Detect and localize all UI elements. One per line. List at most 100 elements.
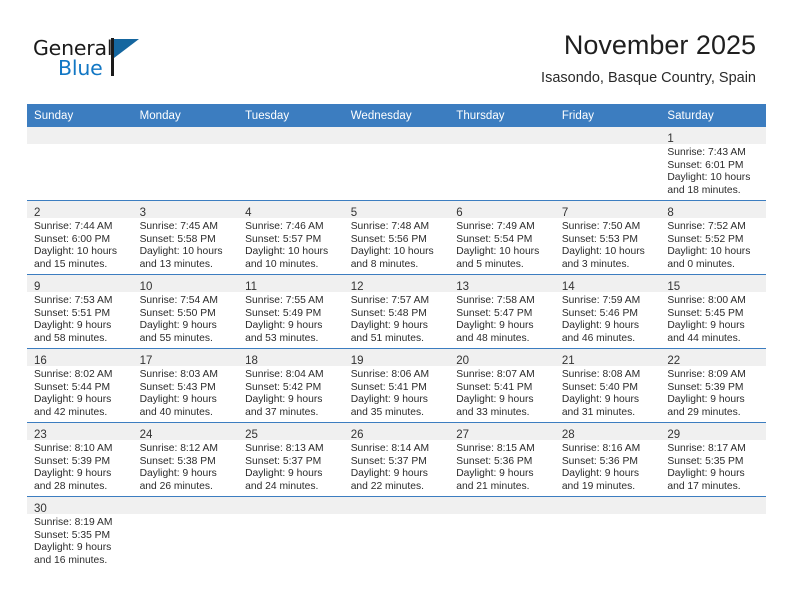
calendar-day-cell[interactable]: 25 Sunrise: 8:13 AM Sunset: 5:37 PM Dayligh… xyxy=(238,422,344,497)
calendar-day-cell[interactable]: 3 Sunrise: 7:45 AM Sunset: 5:58 PM Daylight… xyxy=(132,200,239,275)
day-number-band xyxy=(27,127,133,144)
calendar-cell-empty xyxy=(132,127,239,201)
day-number: 26 xyxy=(350,429,364,441)
day-number-band: 21 xyxy=(554,349,661,367)
day-number-band: 15 xyxy=(660,275,766,293)
calendar-day-cell[interactable]: 9 Sunrise: 7:53 AM Sunset: 5:51 PM Daylight… xyxy=(27,274,133,349)
calendar-cell-empty xyxy=(238,127,344,201)
calendar-body: 1 Sunrise: 7:43 AM Sunset: 6:01 PM Daylight… xyxy=(27,127,766,570)
sunrise-text: Sunrise: 8:16 AM xyxy=(561,443,641,454)
daylight-text-line2: and 31 minutes. xyxy=(561,406,636,418)
daylight-text-line2: and 40 minutes. xyxy=(139,406,213,418)
page-title: November 2025 xyxy=(563,30,756,60)
weekday-header-sunday: Sunday xyxy=(27,104,133,127)
day-number-band: 28 xyxy=(554,423,661,441)
calendar-day-cell[interactable]: 17 Sunrise: 8:03 AM Sunset: 5:43 PM Dayligh… xyxy=(132,348,239,423)
weekday-header-friday: Friday xyxy=(554,104,661,127)
calendar-day-cell[interactable]: 23 Sunrise: 8:10 AM Sunset: 5:39 PM Dayligh… xyxy=(27,422,133,497)
sunrise-text: Sunrise: 8:12 AM xyxy=(139,443,218,454)
daylight-text-line1: Daylight: 10 hours xyxy=(245,246,329,258)
calendar-day-cell[interactable]: 12 Sunrise: 7:57 AM Sunset: 5:48 PM Dayligh… xyxy=(343,274,450,349)
day-details: Sunrise: 7:53 AM Sunset: 5:51 PM Daylight:… xyxy=(27,292,133,345)
calendar-day-cell[interactable]: 18 Sunrise: 8:04 AM Sunset: 5:42 PM Dayligh… xyxy=(238,348,344,423)
day-number-band: 22 xyxy=(660,349,766,367)
sunrise-text: Sunrise: 7:44 AM xyxy=(34,221,113,232)
sunset-text: Sunset: 6:01 PM xyxy=(667,159,744,171)
sunrise-text: Sunrise: 7:59 AM xyxy=(561,295,641,306)
day-number: 7 xyxy=(561,207,569,219)
calendar-day-cell[interactable]: 1 Sunrise: 7:43 AM Sunset: 6:01 PM Daylight… xyxy=(660,127,766,201)
calendar-day-cell[interactable]: 19 Sunrise: 8:06 AM Sunset: 5:41 PM Dayligh… xyxy=(343,348,450,423)
calendar-day-cell[interactable]: 5 Sunrise: 7:48 AM Sunset: 5:56 PM Daylight… xyxy=(343,200,450,275)
logo-flag-icon xyxy=(114,38,139,58)
sunrise-text: Sunrise: 8:15 AM xyxy=(456,443,535,454)
day-number: 11 xyxy=(245,281,258,293)
calendar-day-cell[interactable]: 30 Sunrise: 8:19 AM Sunset: 5:35 PM Dayligh… xyxy=(27,496,133,570)
day-details: Sunrise: 8:13 AM Sunset: 5:37 PM Daylight:… xyxy=(238,440,344,493)
day-number: 3 xyxy=(139,207,146,219)
calendar-cell-empty xyxy=(554,496,661,570)
calendar-day-cell[interactable]: 26 Sunrise: 8:14 AM Sunset: 5:37 PM Dayligh… xyxy=(343,422,450,497)
title-block: November 2025 Isasondo, Basque Country, … xyxy=(541,28,756,87)
calendar-day-cell[interactable]: 11 Sunrise: 7:55 AM Sunset: 5:49 PM Dayligh… xyxy=(238,274,344,349)
calendar-cell-empty xyxy=(238,496,344,570)
sunrise-text: Sunrise: 7:57 AM xyxy=(350,295,430,306)
calendar-day-cell[interactable]: 16 Sunrise: 8:02 AM Sunset: 5:44 PM Dayligh… xyxy=(27,348,133,423)
day-number: 23 xyxy=(34,429,47,441)
calendar-day-cell[interactable]: 8 Sunrise: 7:52 AM Sunset: 5:52 PM Daylight… xyxy=(660,200,766,275)
sunrise-text: Sunrise: 8:17 AM xyxy=(667,443,746,454)
daylight-text-line1: Daylight: 9 hours xyxy=(139,468,217,480)
calendar-day-cell[interactable]: 20 Sunrise: 8:07 AM Sunset: 5:41 PM Dayligh… xyxy=(449,348,555,423)
day-number: 1 xyxy=(667,133,674,145)
day-number: 22 xyxy=(667,355,681,367)
calendar-day-cell[interactable]: 27 Sunrise: 8:15 AM Sunset: 5:36 PM Dayligh… xyxy=(449,422,555,497)
calendar-day-cell[interactable]: 28 Sunrise: 8:16 AM Sunset: 5:36 PM Dayligh… xyxy=(554,422,661,497)
calendar-day-cell[interactable]: 22 Sunrise: 8:09 AM Sunset: 5:39 PM Dayligh… xyxy=(660,348,766,423)
sunrise-text: Sunrise: 7:46 AM xyxy=(245,221,324,232)
calendar-day-cell[interactable]: 13 Sunrise: 7:58 AM Sunset: 5:47 PM Dayligh… xyxy=(449,274,555,349)
day-number: 2 xyxy=(34,207,41,219)
calendar-cell-empty xyxy=(449,127,555,201)
daylight-text-line1: Daylight: 9 hours xyxy=(350,394,428,406)
calendar-day-cell[interactable]: 21 Sunrise: 8:08 AM Sunset: 5:40 PM Dayligh… xyxy=(554,348,661,423)
sunrise-text: Sunrise: 8:03 AM xyxy=(139,369,218,380)
day-number-band: 7 xyxy=(554,201,661,219)
sunrise-text: Sunrise: 7:49 AM xyxy=(456,221,535,232)
calendar-day-cell[interactable]: 14 Sunrise: 7:59 AM Sunset: 5:46 PM Dayligh… xyxy=(554,274,661,349)
day-details: Sunrise: 7:54 AM Sunset: 5:50 PM Daylight:… xyxy=(133,292,239,345)
daylight-text-line1: Daylight: 10 hours xyxy=(350,246,434,258)
sunrise-text: Sunrise: 8:00 AM xyxy=(667,295,746,306)
sunrise-text: Sunrise: 8:13 AM xyxy=(245,443,324,454)
calendar-day-cell[interactable]: 7 Sunrise: 7:50 AM Sunset: 5:53 PM Daylight… xyxy=(554,200,661,275)
calendar-day-cell[interactable]: 6 Sunrise: 7:49 AM Sunset: 5:54 PM Daylight… xyxy=(449,200,555,275)
sunrise-text: Sunrise: 8:07 AM xyxy=(456,369,535,380)
calendar-day-cell[interactable]: 24 Sunrise: 8:12 AM Sunset: 5:38 PM Dayligh… xyxy=(132,422,239,497)
weekday-header-wednesday: Wednesday xyxy=(343,104,450,127)
day-number: 30 xyxy=(34,503,47,515)
daylight-text-line2: and 33 minutes. xyxy=(456,406,530,418)
weekday-header-monday: Monday xyxy=(132,104,239,127)
day-number: 8 xyxy=(667,207,674,219)
sunrise-text: Sunrise: 7:50 AM xyxy=(561,221,641,232)
calendar-cell-empty xyxy=(343,127,450,201)
daylight-text-line2: and 3 minutes. xyxy=(561,258,630,270)
sunset-text: Sunset: 5:57 PM xyxy=(245,233,322,245)
day-number-band xyxy=(554,127,661,144)
day-number-band: 23 xyxy=(27,423,133,441)
calendar-cell-empty xyxy=(343,496,450,570)
sunrise-text: Sunrise: 8:10 AM xyxy=(34,443,113,454)
calendar-day-cell[interactable]: 4 Sunrise: 7:46 AM Sunset: 5:57 PM Daylight… xyxy=(238,200,344,275)
weekday-header-tuesday: Tuesday xyxy=(238,104,344,127)
calendar-day-cell[interactable]: 29 Sunrise: 8:17 AM Sunset: 5:35 PM Dayligh… xyxy=(660,422,766,497)
sunset-text: Sunset: 5:36 PM xyxy=(456,455,533,467)
sunset-text: Sunset: 5:40 PM xyxy=(561,381,638,393)
calendar-day-cell[interactable]: 2 Sunrise: 7:44 AM Sunset: 6:00 PM Daylight… xyxy=(27,200,133,275)
calendar-day-cell[interactable]: 10 Sunrise: 7:54 AM Sunset: 5:50 PM Dayligh… xyxy=(132,274,239,349)
day-number-band xyxy=(132,127,239,144)
calendar-week-row: 16 Sunrise: 8:02 AM Sunset: 5:44 PM Dayligh… xyxy=(27,348,766,423)
sunset-text: Sunset: 5:56 PM xyxy=(350,233,427,245)
day-number-band: 30 xyxy=(27,497,133,515)
day-details: Sunrise: 7:46 AM Sunset: 5:57 PM Daylight:… xyxy=(238,218,344,271)
calendar-day-cell[interactable]: 15 Sunrise: 8:00 AM Sunset: 5:45 PM Dayligh… xyxy=(660,274,766,349)
daylight-text-line1: Daylight: 9 hours xyxy=(350,468,428,480)
